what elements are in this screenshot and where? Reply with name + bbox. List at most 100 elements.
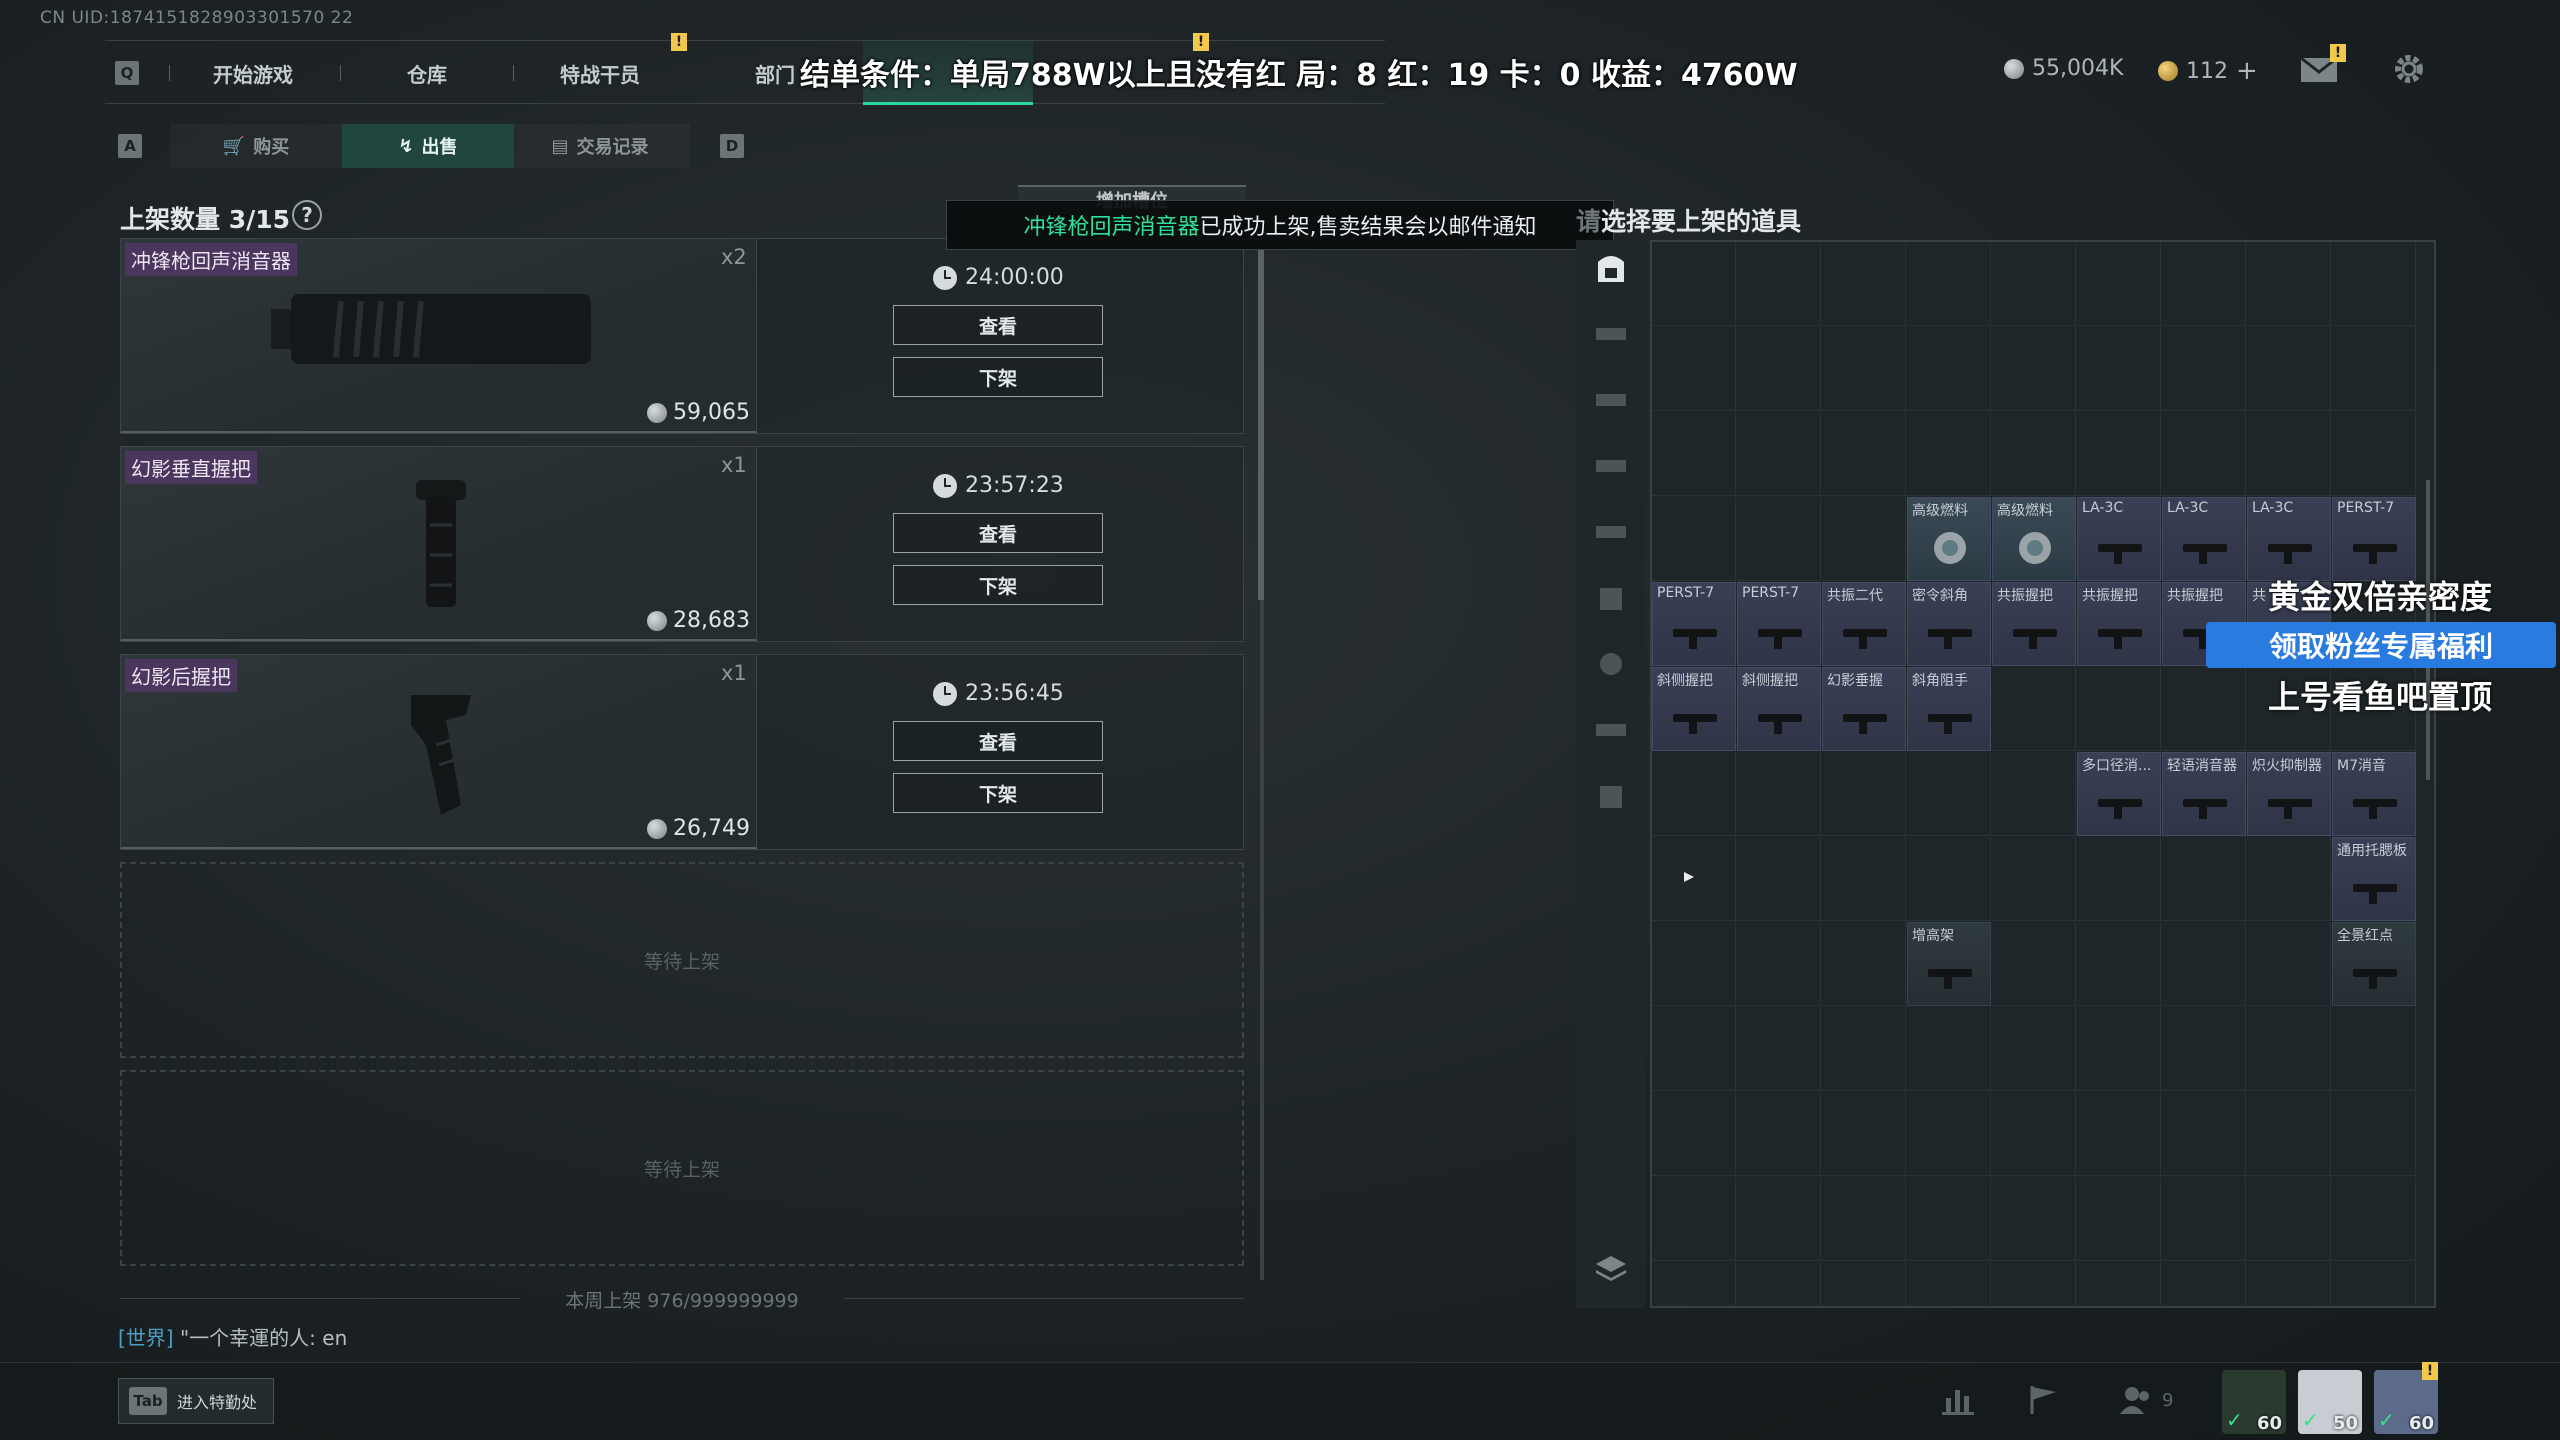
inventory-cell[interactable] xyxy=(1737,242,1821,326)
inventory-cell[interactable] xyxy=(1652,242,1736,326)
inventory-item[interactable]: 斜侧握把 xyxy=(1737,667,1821,751)
inventory-cell[interactable] xyxy=(1992,1092,2076,1176)
inventory-cell[interactable] xyxy=(1737,1262,1821,1306)
inventory-cell[interactable] xyxy=(2332,412,2416,496)
inventory-cell[interactable] xyxy=(1822,922,1906,1006)
inventory-cell[interactable] xyxy=(1992,922,2076,1006)
view-button[interactable]: 查看 xyxy=(893,305,1103,345)
inventory-cell[interactable] xyxy=(1737,497,1821,581)
inventory-cell[interactable] xyxy=(2077,327,2161,411)
listing-item-image[interactable]: 冲锋枪回声消音器 x2 59,065 xyxy=(121,239,757,433)
listing-item-image[interactable]: 幻影垂直握把 x1 28,683 xyxy=(121,447,757,641)
inventory-cell[interactable] xyxy=(2162,1007,2246,1091)
layers-icon[interactable] xyxy=(1592,1252,1630,1284)
inventory-cell[interactable] xyxy=(2162,1092,2246,1176)
inventory-cell[interactable] xyxy=(2077,922,2161,1006)
inventory-cell[interactable] xyxy=(2077,837,2161,921)
inventory-cell[interactable] xyxy=(1992,837,2076,921)
inventory-cell[interactable] xyxy=(2247,1007,2331,1091)
weapon-category-icon[interactable] xyxy=(1592,516,1630,548)
listing-item-image[interactable]: 幻影后握把 x1 26,749 xyxy=(121,655,757,849)
inventory-cell[interactable] xyxy=(2247,922,2331,1006)
nav-operators[interactable]: 特战干员 xyxy=(560,59,640,88)
delist-button[interactable]: 下架 xyxy=(893,773,1103,813)
inventory-cell[interactable] xyxy=(2077,1092,2161,1176)
inventory-cell[interactable] xyxy=(1907,1092,1991,1176)
inventory-cell[interactable] xyxy=(1652,497,1736,581)
inventory-cell[interactable] xyxy=(2247,1092,2331,1176)
helmet-category-icon[interactable] xyxy=(1592,648,1630,680)
inventory-cell[interactable] xyxy=(1822,412,1906,496)
equipment-category-icon[interactable] xyxy=(1592,714,1630,746)
nav-department[interactable]: 部门 xyxy=(755,59,795,88)
inventory-cell[interactable] xyxy=(1992,412,2076,496)
inventory-cell[interactable] xyxy=(2077,1177,2161,1261)
inventory-cell[interactable] xyxy=(1737,1092,1821,1176)
inventory-cell[interactable] xyxy=(1652,1007,1736,1091)
inventory-cell[interactable] xyxy=(1822,1262,1906,1306)
inventory-item[interactable]: 幻影垂握 xyxy=(1822,667,1906,751)
inventory-cell[interactable] xyxy=(1907,752,1991,836)
inventory-item[interactable]: 多口径消... xyxy=(2077,752,2161,836)
teammate-avatar[interactable]: ✓ 50 xyxy=(2298,1370,2362,1434)
inventory-cell[interactable] xyxy=(2077,412,2161,496)
inventory-cell[interactable] xyxy=(2162,1262,2246,1306)
inventory-cell[interactable] xyxy=(2077,667,2161,751)
inventory-cell[interactable] xyxy=(1992,1177,2076,1261)
nav-start-game[interactable]: 开始游戏 xyxy=(213,59,293,88)
inventory-cell[interactable] xyxy=(2332,1177,2416,1261)
inventory-cell[interactable] xyxy=(2247,1177,2331,1261)
inventory-cell[interactable] xyxy=(1822,1092,1906,1176)
inventory-cell[interactable] xyxy=(1907,1007,1991,1091)
inventory-cell[interactable] xyxy=(2162,1177,2246,1261)
tab-trade-history[interactable]: ▤ 交易记录 xyxy=(514,124,686,168)
inventory-cell[interactable] xyxy=(2162,327,2246,411)
backpack-icon[interactable] xyxy=(1592,252,1630,284)
add-currency-icon[interactable]: + xyxy=(2236,56,2258,86)
inventory-cell[interactable] xyxy=(1992,1007,2076,1091)
inventory-item[interactable]: 全景红点 xyxy=(2332,922,2416,1006)
world-chat-line[interactable]: [世界] "一个幸運的人: en xyxy=(118,1322,347,1351)
view-button[interactable]: 查看 xyxy=(893,721,1103,761)
inventory-item[interactable]: 轻语消音器 xyxy=(2162,752,2246,836)
enter-special-ops-hint[interactable]: Tab 进入特勤处 xyxy=(118,1378,274,1424)
inventory-cell[interactable] xyxy=(1992,752,2076,836)
weapon-category-icon[interactable] xyxy=(1592,450,1630,482)
inventory-cell[interactable] xyxy=(1907,1177,1991,1261)
gear-icon[interactable] xyxy=(2392,52,2426,86)
gold-currency[interactable]: 112 + xyxy=(2158,56,2258,86)
inventory-cell[interactable] xyxy=(1652,412,1736,496)
weapon-category-icon[interactable] xyxy=(1592,384,1630,416)
inventory-cell[interactable] xyxy=(1822,327,1906,411)
inventory-cell[interactable] xyxy=(2162,412,2246,496)
empty-listing-slot[interactable]: 等待上架 xyxy=(120,862,1244,1058)
inventory-cell[interactable] xyxy=(1737,1177,1821,1261)
teammate-avatar[interactable]: ✓ 60 xyxy=(2222,1370,2286,1434)
inventory-cell[interactable] xyxy=(2247,327,2331,411)
inventory-cell[interactable] xyxy=(1907,412,1991,496)
inventory-cell[interactable] xyxy=(1907,242,1991,326)
listing-scrollbar-thumb[interactable] xyxy=(1258,250,1264,600)
inventory-cell[interactable] xyxy=(1737,922,1821,1006)
inventory-item[interactable]: 炽火抑制器 xyxy=(2247,752,2331,836)
inventory-item[interactable]: PERST-7 xyxy=(1652,582,1736,666)
inventory-cell[interactable] xyxy=(1992,327,2076,411)
inventory-cell[interactable] xyxy=(2162,667,2246,751)
inventory-cell[interactable] xyxy=(1652,327,1736,411)
inventory-item[interactable]: 共振握把 xyxy=(2077,582,2161,666)
inventory-item[interactable]: 密令斜角 xyxy=(1907,582,1991,666)
attachment-category-icon[interactable] xyxy=(1592,780,1630,812)
nav-prev-key[interactable]: Q xyxy=(115,61,139,85)
friends-button[interactable]: 9 xyxy=(2118,1384,2173,1416)
inventory-item[interactable]: 共振握把 xyxy=(1992,582,2076,666)
inventory-item[interactable]: 共振二代 xyxy=(1822,582,1906,666)
delist-button[interactable]: 下架 xyxy=(893,357,1103,397)
inventory-item[interactable]: 通用托腮板 xyxy=(2332,837,2416,921)
weapon-category-icon[interactable] xyxy=(1592,318,1630,350)
inventory-item[interactable]: 高级燃料 xyxy=(1907,497,1991,581)
inventory-item[interactable]: LA-3C xyxy=(2162,497,2246,581)
inventory-cell[interactable] xyxy=(2247,242,2331,326)
inventory-cell[interactable] xyxy=(1652,922,1736,1006)
inventory-cell[interactable] xyxy=(2332,1262,2416,1306)
inventory-cell[interactable] xyxy=(1737,327,1821,411)
